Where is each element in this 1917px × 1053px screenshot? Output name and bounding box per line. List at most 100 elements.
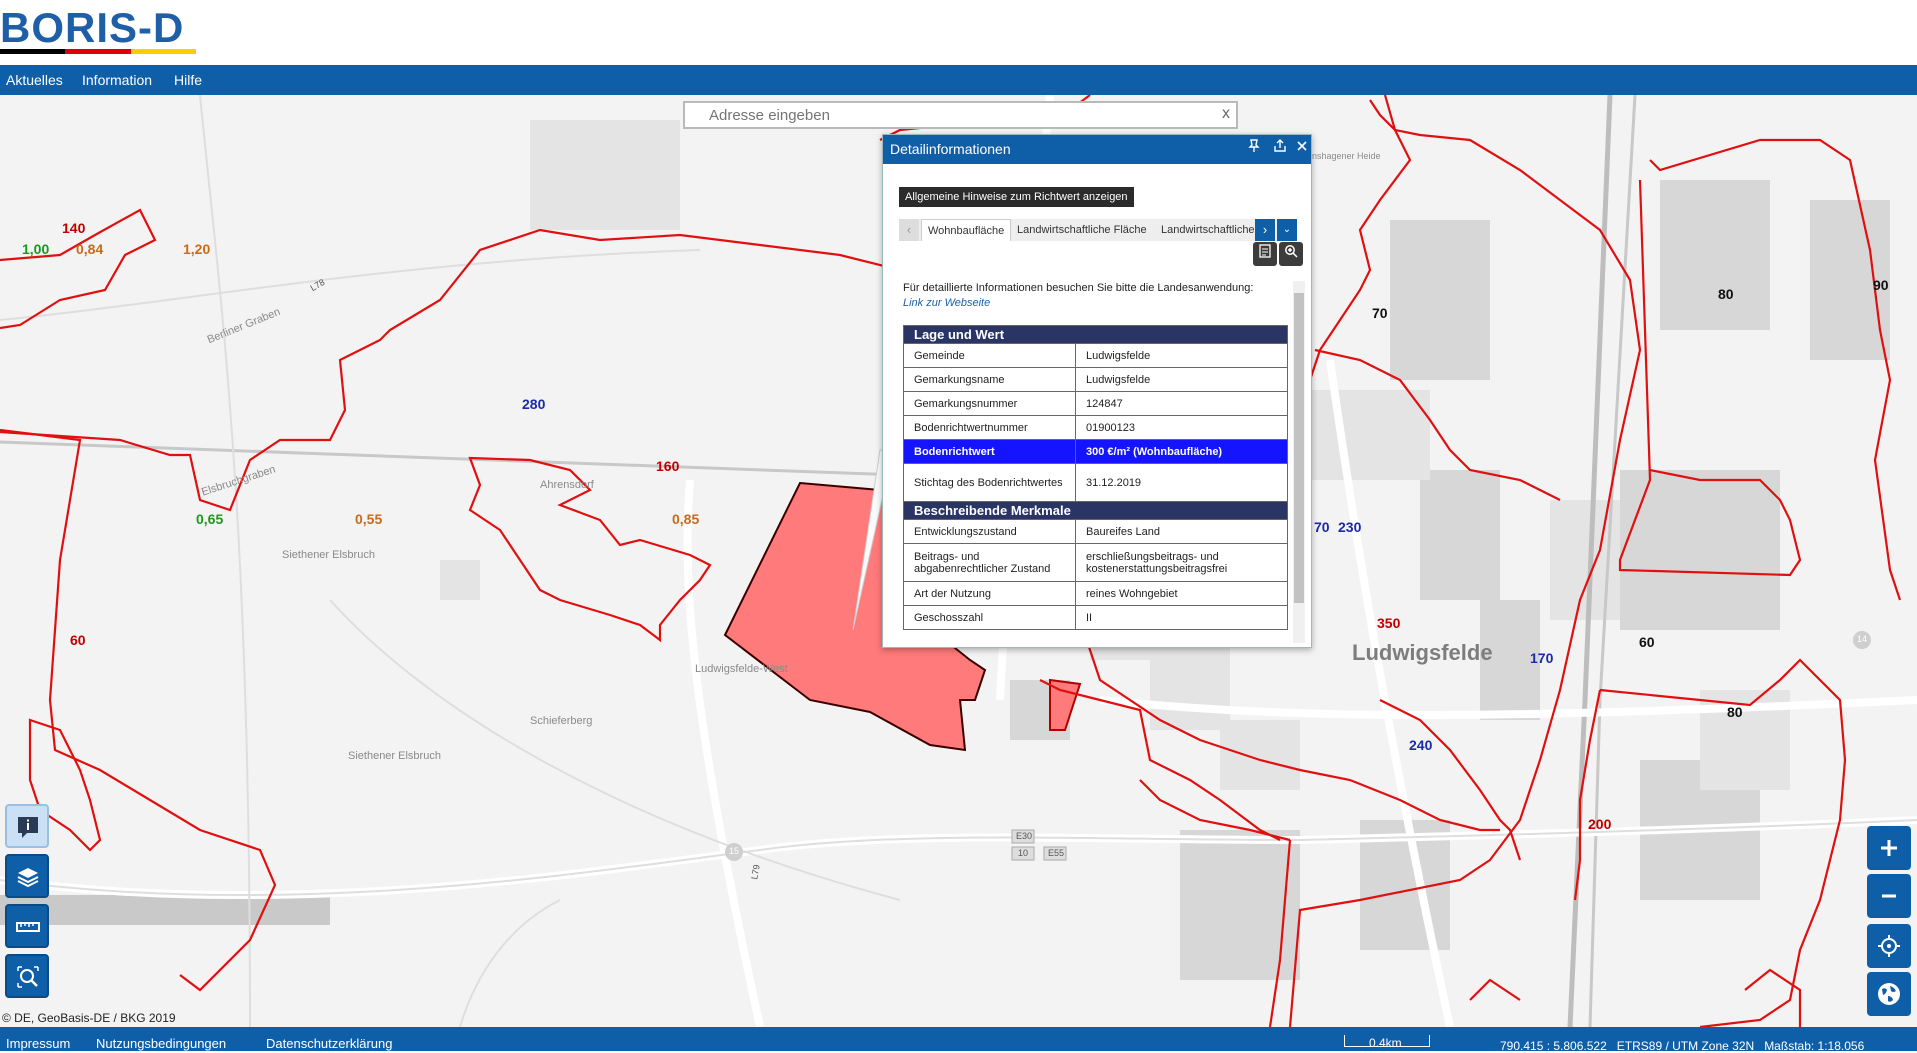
place-label: Ludwigsfelde-West xyxy=(695,663,788,675)
place-label: Siethener Elsbruch xyxy=(348,750,441,762)
nav-hilfe[interactable]: Hilfe xyxy=(174,65,202,95)
scale-label: 0.4km xyxy=(1369,1036,1402,1050)
website-link[interactable]: Link zur Webseite xyxy=(903,296,1293,311)
ruler-icon xyxy=(16,922,40,932)
logo-flag-bar xyxy=(0,49,196,54)
info-text: Für detaillierte Informationen besuchen … xyxy=(903,281,1293,311)
table-row: Stichtag des Bodenrichtwertes 31.12.2019 xyxy=(903,463,1288,502)
table-row: Beitrags- und abgabenrechtlicher Zustand… xyxy=(903,543,1288,582)
info-tool-button[interactable] xyxy=(5,804,49,848)
pdf-export-icon[interactable] xyxy=(1253,242,1277,266)
table-row: Gemarkungsnummer 124847 xyxy=(903,391,1288,416)
table-row: Bodenrichtwertnummer 01900123 xyxy=(903,415,1288,440)
measure-button[interactable] xyxy=(5,904,49,948)
info-description: Für detaillierte Informationen besuchen … xyxy=(903,282,1254,294)
globe-button[interactable] xyxy=(1867,972,1911,1016)
search-parcel-button[interactable] xyxy=(5,954,49,998)
brw-label: 0,65 xyxy=(196,511,224,527)
tab-prev-icon[interactable]: ‹ xyxy=(899,219,919,241)
place-label: Siethener Elsbruch xyxy=(282,549,375,561)
nav-aktuelles[interactable]: Aktuelles xyxy=(6,65,63,95)
scrollbar-thumb[interactable] xyxy=(1294,293,1304,603)
brw-label: 0,55 xyxy=(355,511,383,527)
zoom-out-button[interactable] xyxy=(1867,874,1911,918)
header: BORIS-D xyxy=(0,0,1917,65)
search-clear-icon[interactable]: x xyxy=(1222,105,1230,123)
row-value: 31.12.2019 xyxy=(1075,463,1288,502)
popup-title: Detailinformationen xyxy=(890,141,1011,157)
globe-icon xyxy=(1878,983,1900,1005)
brw-label: 0,85 xyxy=(672,511,700,527)
layers-button[interactable] xyxy=(5,854,49,898)
copyright: © DE, GeoBasis-DE / BKG 2019 xyxy=(2,1011,176,1025)
table-row: Geschosszahl II xyxy=(903,605,1288,630)
brw-label: 240 xyxy=(1409,737,1433,753)
brw-label: 60 xyxy=(1639,634,1655,650)
brw-label: 140 xyxy=(62,220,86,236)
popup-scrollbar[interactable] xyxy=(1293,281,1305,643)
detach-icon[interactable] xyxy=(1271,139,1289,157)
road-label: 15 xyxy=(729,846,740,856)
brw-label: 80 xyxy=(1718,286,1734,302)
table-row-highlight: Bodenrichtwert 300 €/m² (Wohnbaufläche) xyxy=(903,439,1288,464)
crosshair-icon xyxy=(1878,935,1900,957)
brw-label: 70 xyxy=(1372,305,1388,321)
row-value: II xyxy=(1075,605,1288,630)
logo-text: BORIS-D xyxy=(0,4,185,51)
road-label: E30 xyxy=(1016,831,1033,841)
address-search: x xyxy=(683,101,1238,129)
row-key: Gemarkungsname xyxy=(903,367,1076,392)
table-row: Gemarkungsname Ludwigsfelde xyxy=(903,367,1288,392)
brw-label: 1,00 xyxy=(22,241,50,257)
place-label: Schieferberg xyxy=(530,715,593,727)
brw-label: 90 xyxy=(1873,277,1889,293)
zoom-to-icon[interactable] xyxy=(1279,242,1303,266)
table-row: Entwicklungszustand Baureifes Land xyxy=(903,519,1288,544)
row-value: 124847 xyxy=(1075,391,1288,416)
brw-label: 0,84 xyxy=(76,241,104,257)
row-key: Art der Nutzung xyxy=(903,581,1076,606)
locate-button[interactable] xyxy=(1867,924,1911,968)
popup-content[interactable]: Für detaillierte Informationen besuchen … xyxy=(903,281,1301,641)
general-hints-button[interactable]: Allgemeine Hinweise zum Richtwert anzeig… xyxy=(899,187,1134,207)
row-value: reines Wohngebiet xyxy=(1075,581,1288,606)
logo-bar-black xyxy=(0,49,66,54)
row-key: Entwicklungszustand xyxy=(903,519,1076,544)
address-search-input[interactable] xyxy=(709,105,1189,125)
row-value: Ludwigsfelde xyxy=(1075,367,1288,392)
brw-label: 170 xyxy=(1530,650,1554,666)
footer-datenschutz[interactable]: Datenschutzerklärung xyxy=(266,1037,392,1051)
brw-label: 350 xyxy=(1377,615,1401,631)
tab-next-icon[interactable]: › xyxy=(1255,219,1275,241)
tab-wohnbauflaeche[interactable]: Wohnbaufläche xyxy=(921,219,1012,241)
nav-information[interactable]: Information xyxy=(82,65,152,95)
row-key: Bodenrichtwert xyxy=(903,439,1076,464)
place-label: Genshagener Heide xyxy=(1300,151,1381,161)
tab-dropdown-icon[interactable]: ⌄ xyxy=(1277,219,1297,241)
row-value: 01900123 xyxy=(1075,415,1288,440)
row-key: Gemarkungsnummer xyxy=(903,391,1076,416)
row-key: Geschosszahl xyxy=(903,605,1076,630)
footer-impressum[interactable]: Impressum xyxy=(6,1037,70,1051)
zoom-in-button[interactable] xyxy=(1867,826,1911,870)
plus-icon xyxy=(1881,840,1897,856)
tab-landwirtschaft-2[interactable]: Landwirtschaftliche F xyxy=(1155,219,1270,241)
logo-bar-red xyxy=(65,49,131,54)
layers-icon xyxy=(17,868,39,888)
row-value: 300 €/m² (Wohnbaufläche) xyxy=(1075,439,1288,464)
table-row: Gemeinde Ludwigsfelde xyxy=(903,343,1288,368)
row-key: Stichtag des Bodenrichtwertes xyxy=(903,463,1076,502)
detail-info-popup: Detailinformationen Allgemeine Hinweise … xyxy=(882,134,1312,648)
pin-icon[interactable] xyxy=(1245,139,1263,157)
brw-label: 1,20 xyxy=(183,241,211,257)
brw-label: 80 xyxy=(1727,704,1743,720)
brw-label: 230 xyxy=(1338,519,1362,535)
boris-logo[interactable]: BORIS-D xyxy=(0,6,200,56)
popup-header: Detailinformationen xyxy=(883,135,1311,164)
info-icon xyxy=(18,817,38,838)
footer-nutzungsbedingungen[interactable]: Nutzungsbedingungen xyxy=(96,1037,226,1051)
brw-label: 160 xyxy=(656,458,680,474)
close-icon[interactable] xyxy=(1293,139,1311,157)
footer: Impressum Nutzungsbedingungen Datenschut… xyxy=(0,1027,1917,1053)
tab-landwirtschaft[interactable]: Landwirtschaftliche Fläche xyxy=(1011,219,1153,241)
